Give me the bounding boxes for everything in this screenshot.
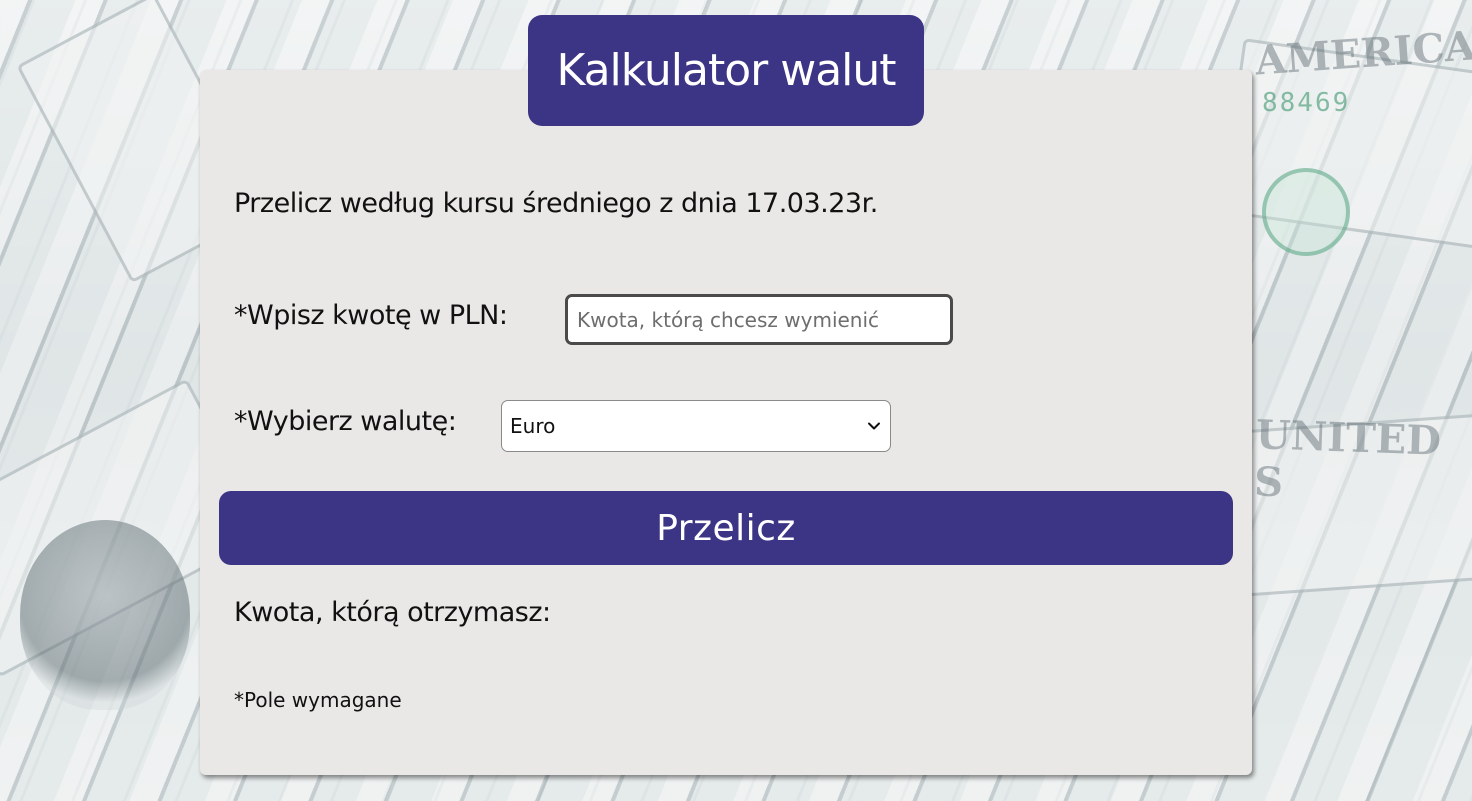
amount-input[interactable] [565, 294, 953, 345]
page-title: Kalkulator walut [528, 15, 924, 126]
required-field-note: *Pole wymagane [234, 688, 402, 712]
currency-select-value: Euro [510, 414, 556, 438]
rate-date-subtitle: Przelicz według kursu średniego z dnia 1… [234, 188, 878, 219]
currency-label: *Wybierz walutę: [234, 406, 457, 437]
chevron-down-icon [868, 422, 880, 430]
currency-select[interactable]: Euro [501, 400, 891, 452]
background-seal [1262, 168, 1350, 256]
result-label: Kwota, którą otrzymasz: [234, 597, 551, 628]
background-serial: 88469 [1262, 88, 1351, 118]
background-bill-text: UNITED S [1253, 411, 1442, 507]
amount-label: *Wpisz kwotę w PLN: [234, 300, 508, 331]
convert-button[interactable]: Przelicz [219, 491, 1233, 565]
background-portrait [20, 520, 190, 710]
